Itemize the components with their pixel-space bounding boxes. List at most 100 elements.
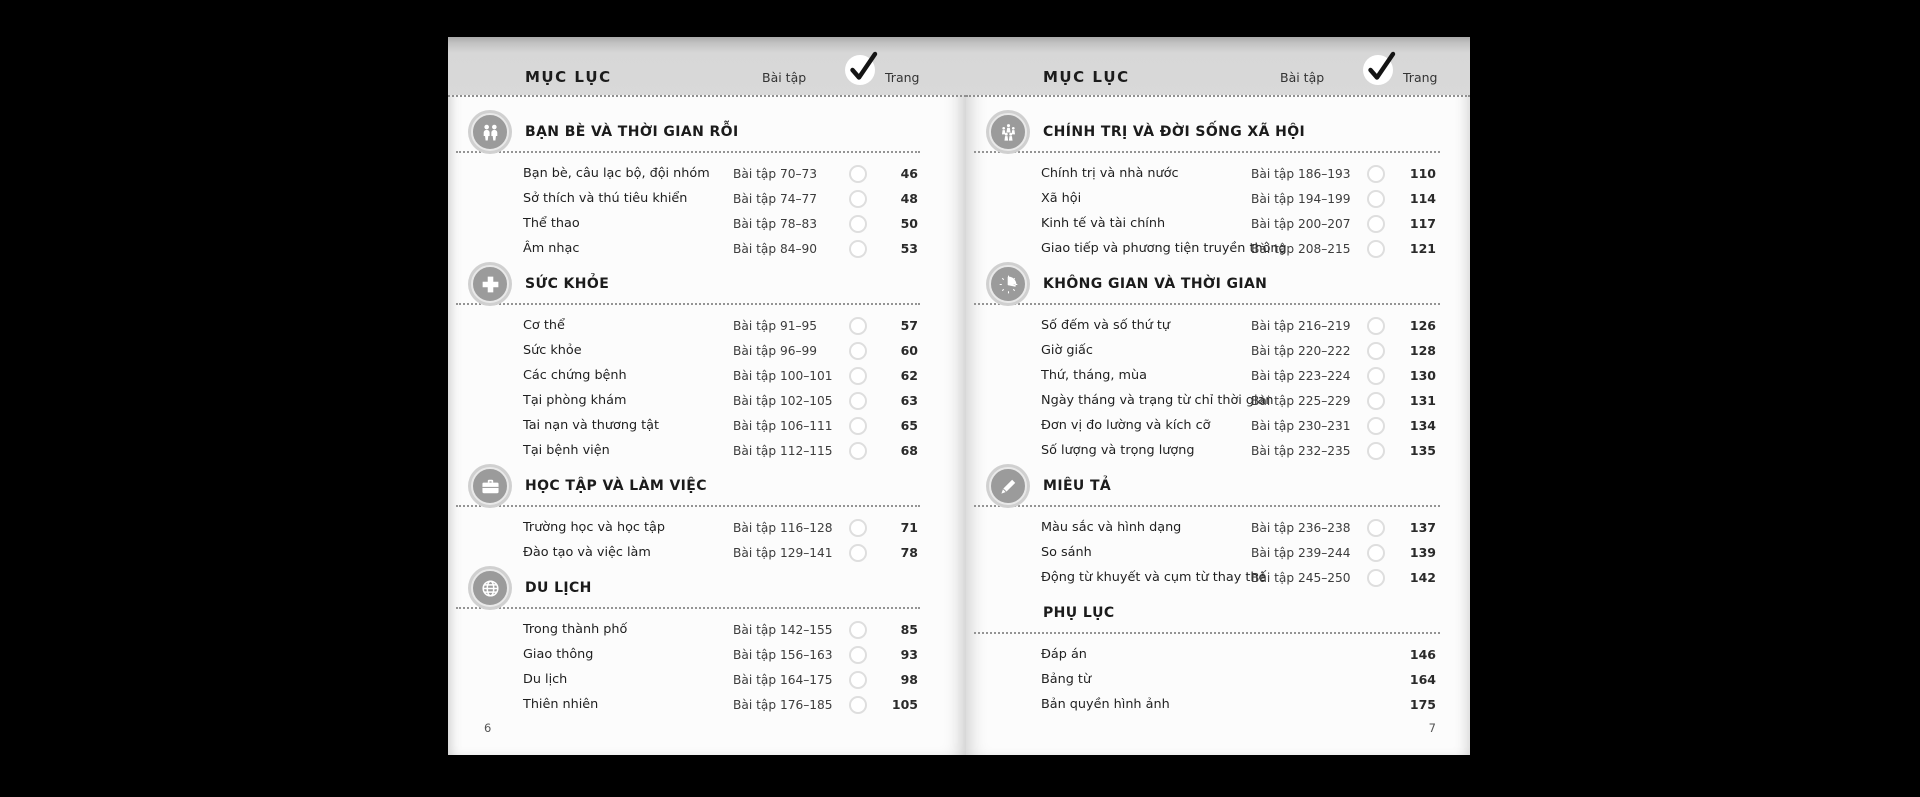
toc-row: Đơn vị đo lường và kích cỡBài tập 230–23… bbox=[966, 413, 1470, 438]
toc-row: Tại bệnh việnBài tập 112–11568 bbox=[448, 438, 966, 463]
toc-row-page: 142 bbox=[1404, 570, 1436, 585]
toc-row-exercises: Bài tập 164–175 bbox=[733, 673, 830, 687]
section-title: HỌC TẬP VÀ LÀM VIỆC bbox=[525, 478, 707, 494]
check-circle bbox=[1367, 215, 1385, 233]
toc-row-exercises: Bài tập 129–141 bbox=[733, 546, 830, 560]
toc-row-exercises: Bài tập 186–193 bbox=[1251, 167, 1348, 181]
toc-row-label: Kinh tế và tài chính bbox=[1041, 216, 1251, 231]
toc-row-exercises: Bài tập 116–128 bbox=[733, 521, 830, 535]
toc-page-right: MỤC LỤC Bài tập Trang CHÍNH TRỊ VÀ ĐỜI S… bbox=[966, 37, 1470, 755]
toc-section: PHỤ LỤCĐáp án146Bảng từ164Bản quyền hình… bbox=[966, 594, 1470, 717]
page-header: MỤC LỤC Bài tập Trang bbox=[448, 37, 966, 95]
toc-row-exercises: Bài tập 112–115 bbox=[733, 444, 830, 458]
check-circle bbox=[849, 240, 867, 258]
toc-row-page: 139 bbox=[1404, 545, 1436, 560]
toc-row-page: 137 bbox=[1404, 520, 1436, 535]
toc-row-exercises: Bài tập 70–73 bbox=[733, 167, 830, 181]
check-circle bbox=[1367, 342, 1385, 360]
check-circle bbox=[1367, 519, 1385, 537]
toc-row-label: Thứ, tháng, mùa bbox=[1041, 368, 1251, 383]
toc-row-exercises: Bài tập 74–77 bbox=[733, 192, 830, 206]
toc-row-exercises: Bài tập 78–83 bbox=[733, 217, 830, 231]
page-column-header: Trang bbox=[885, 70, 919, 85]
toc-row-page: 134 bbox=[1404, 418, 1436, 433]
check-circle bbox=[849, 417, 867, 435]
toc-row-exercises: Bài tập 236–238 bbox=[1251, 521, 1348, 535]
toc-row: Chính trị và nhà nướcBài tập 186–193 110 bbox=[966, 161, 1470, 186]
toc-row-page: 117 bbox=[1404, 216, 1436, 231]
toc-row-label: Động từ khuyết và cụm từ thay thế bbox=[1041, 570, 1251, 585]
check-circle bbox=[849, 215, 867, 233]
toc-row-page: 110 bbox=[1404, 166, 1436, 181]
toc-row: Bản quyền hình ảnh175 bbox=[966, 692, 1470, 717]
book-spread: MỤC LỤC Bài tập Trang BẠN BÈ VÀ THỜI GIA… bbox=[448, 37, 1470, 755]
toc-section: BẠN BÈ VÀ THỜI GIAN RỖI Bạn bè, câu lạc b… bbox=[448, 113, 966, 261]
toc-row-exercises: Bài tập 208–215 bbox=[1251, 242, 1348, 256]
health-cross-icon bbox=[468, 262, 512, 306]
toc-row-label: Thể thao bbox=[523, 216, 733, 231]
toc-row: Màu sắc và hình dạngBài tập 236–238137 bbox=[966, 515, 1470, 540]
section-title: SỨC KHỎE bbox=[525, 276, 609, 292]
toc-row: Giao thôngBài tập 156–16393 bbox=[448, 642, 966, 667]
exercises-column-header: Bài tập bbox=[1280, 70, 1324, 85]
checkmark-icon bbox=[1358, 43, 1400, 89]
toc-row: Sở thích và thú tiêu khiểnBài tập 74–774… bbox=[448, 186, 966, 211]
toc-row-label: Tai nạn và thương tật bbox=[523, 418, 733, 433]
toc-row-label: Xã hội bbox=[1041, 191, 1251, 206]
toc-row-label: Cơ thể bbox=[523, 318, 733, 333]
toc-row: Tai nạn và thương tậtBài tập 106–11165 bbox=[448, 413, 966, 438]
toc-row-page: 50 bbox=[886, 216, 918, 231]
toc-row-page: 60 bbox=[886, 343, 918, 358]
toc-row: Đáp án146 bbox=[966, 642, 1470, 667]
briefcase-icon bbox=[468, 464, 512, 508]
toc-row-label: Đào tạo và việc làm bbox=[523, 545, 733, 560]
exercises-column-header: Bài tập bbox=[762, 70, 806, 85]
check-circle bbox=[849, 342, 867, 360]
toc-row-label: Bảng từ bbox=[1041, 672, 1251, 687]
toc-heading: MỤC LỤC bbox=[1043, 68, 1130, 86]
toc-row: Đào tạo và việc làmBài tập 129–141 78 bbox=[448, 540, 966, 565]
page-header: MỤC LỤC Bài tập Trang bbox=[966, 37, 1470, 95]
toc-row-label: Ngày tháng và trạng từ chỉ thời gian bbox=[1041, 393, 1251, 408]
toc-row-label: Số đếm và số thứ tự bbox=[1041, 318, 1251, 333]
toc-row-exercises: Bài tập 102–105 bbox=[733, 394, 830, 408]
toc-row-label: Trong thành phố bbox=[523, 622, 733, 637]
toc-row-label: Trường học và học tập bbox=[523, 520, 733, 535]
toc-row-exercises: Bài tập 176–185 bbox=[733, 698, 830, 712]
page-column-header: Trang bbox=[1403, 70, 1437, 85]
check-circle bbox=[1367, 317, 1385, 335]
toc-row-label: Chính trị và nhà nước bbox=[1041, 166, 1251, 181]
check-circle bbox=[849, 544, 867, 562]
section-title: CHÍNH TRỊ VÀ ĐỜI SỐNG XÃ HỘI bbox=[1043, 124, 1305, 140]
toc-row-page: 78 bbox=[886, 545, 918, 560]
toc-row-label: Giờ giấc bbox=[1041, 343, 1251, 358]
toc-section: SỨC KHỎECơ thểBài tập 91–9557Sức khỏeBài… bbox=[448, 265, 966, 463]
check-circle bbox=[849, 621, 867, 639]
toc-row-page: 98 bbox=[886, 672, 918, 687]
toc-row: Ngày tháng và trạng từ chỉ thời gianBài … bbox=[966, 388, 1470, 413]
folio-number: 6 bbox=[484, 721, 491, 735]
toc-row: Các chứng bệnhBài tập 100–10162 bbox=[448, 363, 966, 388]
toc-row-page: 57 bbox=[886, 318, 918, 333]
section-title: BẠN BÈ VÀ THỜI GIAN RỖI bbox=[525, 124, 739, 140]
toc-row-exercises: Bài tập 156–163 bbox=[733, 648, 830, 662]
toc-row: So sánhBài tập 239–244139 bbox=[966, 540, 1470, 565]
check-circle bbox=[1367, 569, 1385, 587]
toc-row: Giờ giấcBài tập 220–222128 bbox=[966, 338, 1470, 363]
check-circle bbox=[849, 519, 867, 537]
toc-row-exercises: Bài tập 216–219 bbox=[1251, 319, 1348, 333]
toc-row: Thể thaoBài tập 78–83 50 bbox=[448, 211, 966, 236]
toc-row: Cơ thểBài tập 91–95 57 bbox=[448, 313, 966, 338]
toc-row-exercises: Bài tập 91–95 bbox=[733, 319, 830, 333]
toc-row: Bạn bè, câu lạc bộ, đội nhómBài tập 70–7… bbox=[448, 161, 966, 186]
toc-row-label: Tại phòng khám bbox=[523, 393, 733, 408]
toc-row-exercises: Bài tập 194–199 bbox=[1251, 192, 1348, 206]
toc-row: Bảng từ164 bbox=[966, 667, 1470, 692]
check-circle bbox=[849, 317, 867, 335]
toc-row: Du lịchBài tập 164–17598 bbox=[448, 667, 966, 692]
check-circle bbox=[849, 367, 867, 385]
toc-row-page: 121 bbox=[1404, 241, 1436, 256]
check-circle bbox=[1367, 417, 1385, 435]
toc-row: Động từ khuyết và cụm từ thay thếBài tập… bbox=[966, 565, 1470, 590]
toc-row-page: 130 bbox=[1404, 368, 1436, 383]
